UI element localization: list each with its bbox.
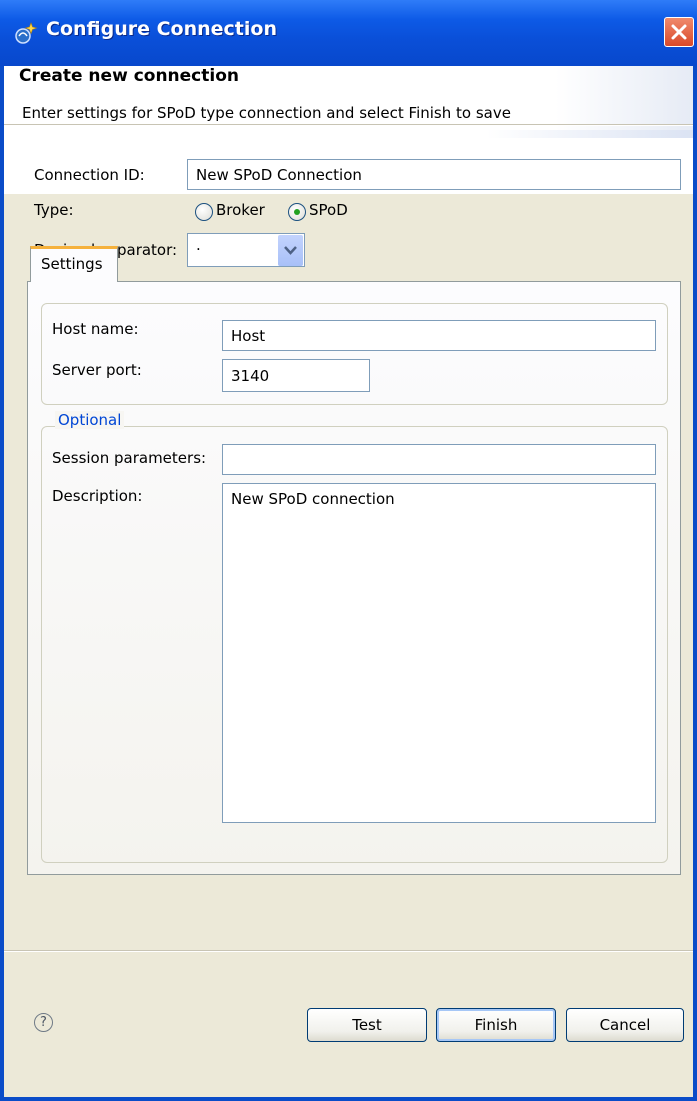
banner-divider [4, 124, 693, 126]
description-label: Description: [52, 487, 143, 505]
server-port-value: 3140 [231, 366, 270, 385]
connection-id-value: New SPoD Connection [196, 165, 362, 184]
close-icon [671, 24, 687, 40]
decimal-separator-select[interactable]: . [187, 233, 305, 267]
server-port-input[interactable]: 3140 [222, 359, 370, 392]
footer-divider [4, 950, 693, 952]
connection-wizard-icon [15, 22, 38, 44]
tab-settings[interactable]: Settings [30, 246, 118, 282]
type-label: Type: [34, 201, 74, 219]
banner-subtitle: Enter settings for SPoD type connection … [22, 104, 511, 122]
host-name-label: Host name: [52, 320, 139, 338]
session-parameters-label: Session parameters: [52, 449, 207, 467]
connection-id-label: Connection ID: [34, 166, 145, 184]
radio-broker[interactable] [195, 203, 213, 221]
dialog-window: Configure Connection Create new connecti… [0, 0, 697, 1101]
cancel-button[interactable]: Cancel [566, 1008, 684, 1042]
radio-spod[interactable] [288, 203, 306, 221]
banner-band [4, 130, 693, 138]
finish-button[interactable]: Finish [436, 1008, 556, 1042]
description-textarea[interactable]: New SPoD connection [222, 483, 656, 823]
description-value: New SPoD connection [231, 490, 395, 508]
tab-settings-label: Settings [41, 255, 103, 273]
chevron-down-icon [284, 246, 297, 255]
wizard-banner: Create new connection Enter settings for… [4, 66, 693, 130]
host-name-value: Host [231, 326, 266, 345]
connection-id-input[interactable]: New SPoD Connection [187, 159, 681, 190]
banner-title: Create new connection [19, 66, 239, 86]
session-parameters-input[interactable] [222, 444, 656, 475]
title-bar[interactable]: Configure Connection [0, 0, 697, 66]
window-title: Configure Connection [46, 18, 277, 40]
dropdown-button[interactable] [278, 235, 303, 266]
optional-group-title: Optional [55, 411, 125, 429]
close-button[interactable] [664, 17, 694, 47]
server-port-label: Server port: [52, 361, 142, 379]
test-button[interactable]: Test [307, 1008, 427, 1042]
radio-spod-label[interactable]: SPoD [309, 201, 348, 219]
help-icon[interactable]: ? [34, 1013, 53, 1032]
settings-tab-panel: Host name: Host Server port: 3140 Sessio… [27, 281, 681, 875]
host-name-input[interactable]: Host [222, 320, 656, 351]
dialog-body: Create new connection Enter settings for… [4, 66, 693, 1097]
decimal-separator-value: . [196, 236, 201, 254]
radio-broker-label[interactable]: Broker [216, 201, 265, 219]
